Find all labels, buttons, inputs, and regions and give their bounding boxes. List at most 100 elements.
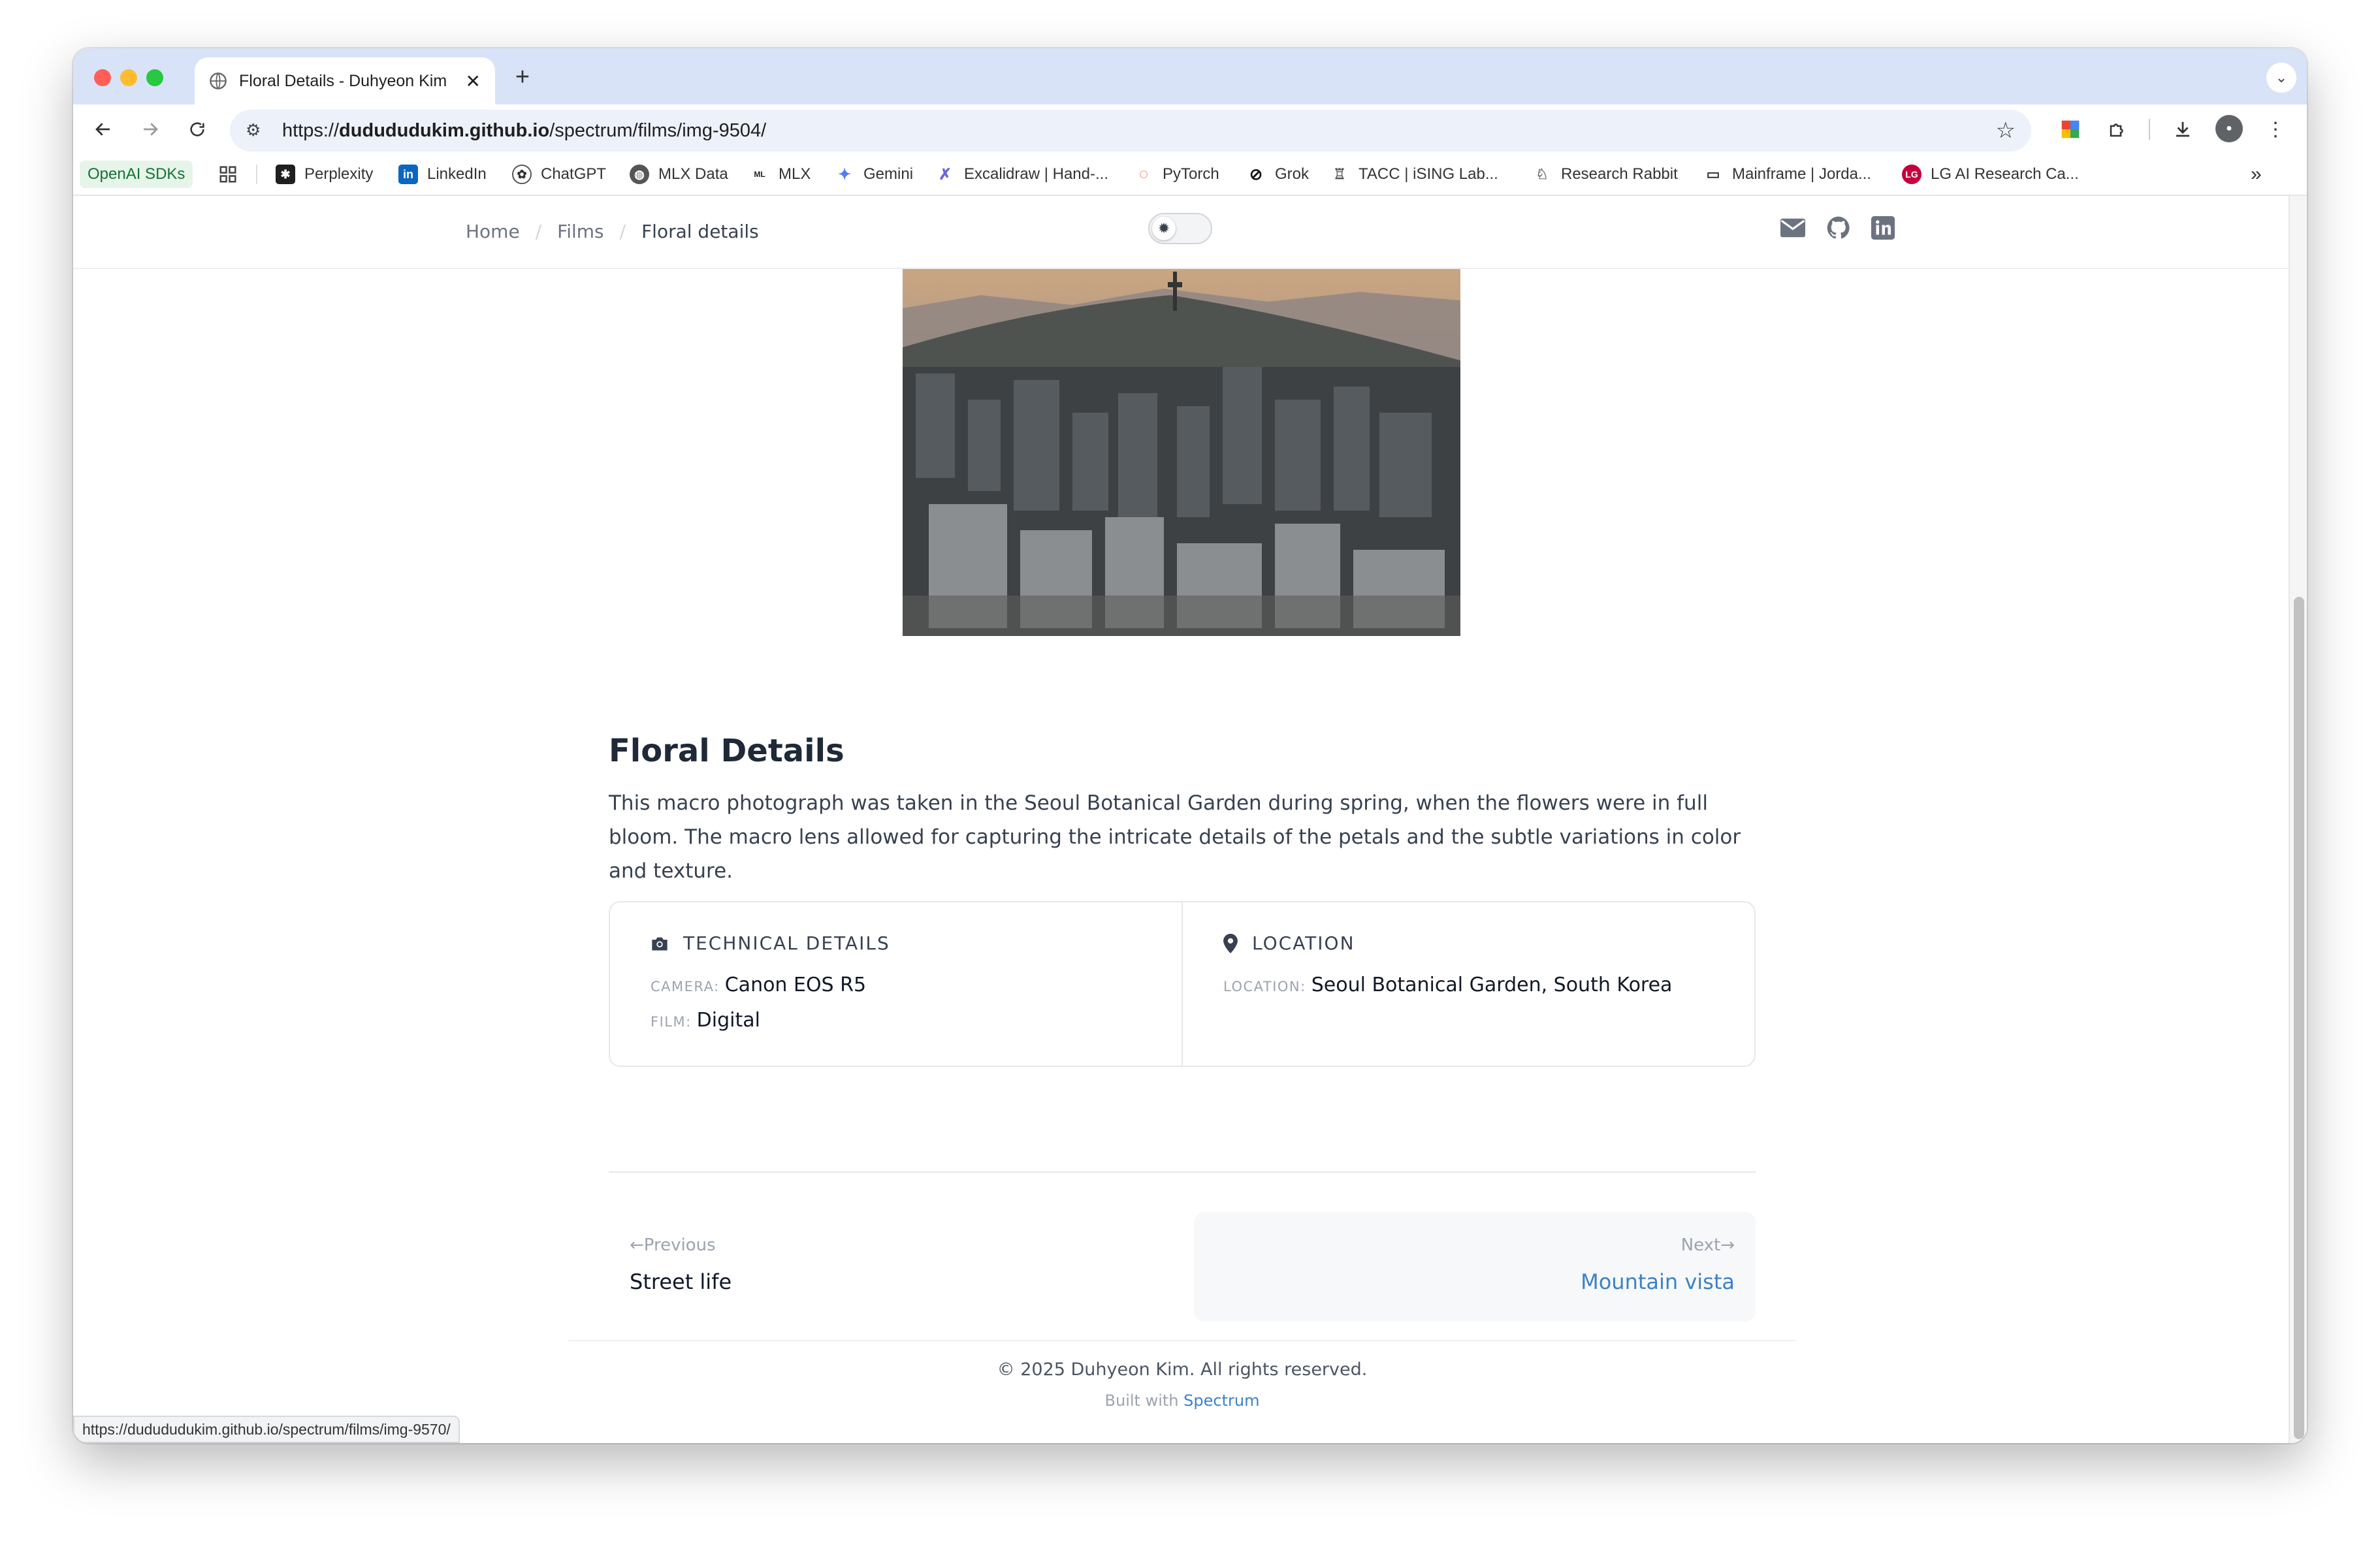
tab-search-button[interactable]: ⌄ [2266, 63, 2296, 93]
grok-icon: ⊘ [1246, 165, 1266, 184]
theme-toggle[interactable]: ✹ [1148, 213, 1212, 244]
tab-title: Floral Details - Duhyeon Kim [239, 71, 447, 90]
more-bookmarks-icon[interactable]: » [2251, 161, 2262, 188]
camera-row: CAMERA: Canon EOS R5 [651, 968, 1141, 1004]
location-label: LOCATION: [1223, 979, 1306, 994]
bookmarks-bar: OpenAI SDKs ✱ Perplexity in LinkedIn ✿ Chat… [73, 153, 2307, 196]
pytorch-icon: ◌ [1134, 165, 1153, 184]
web-page: Home / Films / Floral details ✹ Floral D… [73, 196, 2307, 1443]
gemini-icon: ✦ [835, 165, 854, 184]
globe-icon [210, 72, 227, 89]
url-prefix: https:// [282, 119, 340, 141]
back-button[interactable] [88, 114, 119, 145]
location-section: LOCATION LOCATION: Seoul Botanical Garden… [1182, 902, 1754, 1066]
google-extension-icon[interactable] [2055, 114, 2086, 145]
navigation-toolbar: ⚙ https://dudududukim.github.io/spectrum… [73, 104, 2307, 153]
bookmark-chatgpt[interactable]: ✿ ChatGPT [512, 161, 606, 188]
previous-title: Street life [630, 1269, 732, 1294]
copyright-text: © 2025 Duhyeon Kim. All rights reserved. [997, 1359, 1368, 1380]
next-photo-link[interactable]: Next→ Mountain vista [1194, 1212, 1756, 1322]
bookmark-gemini[interactable]: ✦ Gemini [835, 161, 913, 188]
downloads-icon[interactable] [2167, 114, 2198, 145]
bookmark-openai-sdks[interactable]: OpenAI SDKs [80, 161, 193, 188]
bookmark-tacc[interactable]: ♖ TACC | iSING Lab... [1330, 161, 1498, 188]
close-tab-icon[interactable]: ✕ [466, 71, 481, 92]
new-tab-button[interactable]: + [508, 63, 537, 91]
excalidraw-icon: ✗ [935, 165, 955, 184]
technical-details-section: TECHNICAL DETAILS CAMERA: Canon EOS R5 FI… [610, 902, 1182, 1066]
apps-grid-icon[interactable] [218, 161, 238, 188]
bookmark-mlx[interactable]: ML MLX [750, 161, 811, 188]
bookmark-excalidraw[interactable]: ✗ Excalidraw | Hand-... [935, 161, 1108, 188]
breadcrumb-current: Floral details [641, 221, 759, 242]
linkedin-icon[interactable] [1869, 214, 1897, 242]
tab-strip: Floral Details - Duhyeon Kim ✕ + ⌄ [73, 48, 2307, 104]
location-value: Seoul Botanical Garden, South Korea [1311, 974, 1673, 996]
url-path: /spectrum/films/img-9504/ [549, 119, 767, 141]
bookmark-pytorch[interactable]: ◌ PyTorch [1134, 161, 1219, 188]
more-menu-icon[interactable]: ⋮ [2262, 114, 2289, 145]
bookmark-grok[interactable]: ⊘ Grok [1246, 161, 1309, 188]
site-footer: © 2025 Duhyeon Kim. All rights reserved.… [568, 1340, 1796, 1410]
photo-seoul-cityscape [903, 269, 1460, 636]
browser-window: Floral Details - Duhyeon Kim ✕ + ⌄ ⚙ htt… [73, 48, 2307, 1443]
bookmark-linkedin[interactable]: in LinkedIn [398, 161, 487, 188]
film-label: FILM: [651, 1014, 692, 1030]
arrow-left-icon: ← [630, 1235, 644, 1255]
linkedin-icon: in [398, 165, 418, 184]
globe-icon: ◍ [630, 165, 649, 184]
film-row: FILM: Digital [651, 1004, 1141, 1039]
link-status-bar: https://dudududukim.github.io/spectrum/f… [73, 1416, 460, 1443]
reload-icon [190, 122, 204, 136]
photo-description: This macro photograph was taken in the S… [609, 791, 1741, 883]
rabbit-icon: ♘ [1532, 165, 1552, 184]
mainframe-icon: ▭ [1703, 165, 1723, 184]
email-icon[interactable] [1779, 214, 1807, 242]
divider [609, 1171, 1756, 1173]
bookmark-star-icon[interactable]: ☆ [1996, 118, 2016, 144]
bookmark-research-rabbit[interactable]: ♘ Research Rabbit [1532, 161, 1678, 188]
site-settings-icon[interactable]: ⚙ [246, 120, 261, 140]
bookmark-mlx-data[interactable]: ◍ MLX Data [630, 161, 728, 188]
technical-details-heading: TECHNICAL DETAILS [683, 932, 890, 954]
forward-button[interactable] [135, 114, 166, 145]
toolbar-divider [2149, 119, 2150, 140]
extensions-puzzle-icon[interactable] [2102, 114, 2133, 145]
arrow-left-icon [95, 123, 110, 136]
next-label: Next [1680, 1235, 1721, 1255]
url-domain: dudududukim.github.io [339, 119, 550, 141]
location-row: LOCATION: Seoul Botanical Garden, South K… [1223, 968, 1714, 1004]
previous-photo-link[interactable]: ←Previous Street life [609, 1212, 1157, 1322]
lg-icon: LG [1902, 165, 1922, 184]
bookmarks-divider [256, 165, 257, 184]
minimize-window-button[interactable] [120, 69, 137, 86]
bookmark-mainframe[interactable]: ▭ Mainframe | Jorda... [1703, 161, 1871, 188]
maximize-window-button[interactable] [146, 69, 163, 86]
location-heading: LOCATION [1252, 932, 1355, 954]
bookmark-perplexity[interactable]: ✱ Perplexity [276, 161, 373, 188]
map-pin-icon [1223, 933, 1238, 953]
breadcrumb-films-link[interactable]: Films [557, 221, 604, 242]
profile-avatar[interactable]: ● [2215, 115, 2243, 142]
sun-icon: ✹ [1152, 217, 1176, 240]
github-icon[interactable] [1825, 214, 1852, 242]
active-tab[interactable]: Floral Details - Duhyeon Kim ✕ [195, 57, 495, 104]
built-with-text: Built with Spectrum [1104, 1391, 1260, 1410]
next-title: Mountain vista [1581, 1269, 1735, 1294]
bookmark-lg-ai[interactable]: LG LG AI Research Ca... [1902, 161, 2079, 188]
close-window-button[interactable] [94, 69, 111, 86]
spectrum-link[interactable]: Spectrum [1183, 1391, 1259, 1410]
scrollbar-thumb[interactable] [2294, 597, 2304, 1439]
chatgpt-icon: ✿ [512, 165, 532, 184]
chevron-down-icon: ⌄ [2275, 69, 2288, 86]
address-bar[interactable]: ⚙ https://dudududukim.github.io/spectrum… [230, 110, 2031, 151]
breadcrumb-separator: / [619, 221, 626, 242]
camera-value: Canon EOS R5 [724, 974, 867, 996]
breadcrumb-home-link[interactable]: Home [466, 221, 520, 242]
page-scrollbar[interactable] [2289, 196, 2307, 1443]
perplexity-icon: ✱ [276, 165, 295, 184]
breadcrumb: Home / Films / Floral details [466, 221, 759, 242]
arrow-right-icon: → [1720, 1235, 1735, 1255]
page-title: Floral Details [609, 733, 844, 769]
reload-button[interactable] [182, 114, 213, 145]
